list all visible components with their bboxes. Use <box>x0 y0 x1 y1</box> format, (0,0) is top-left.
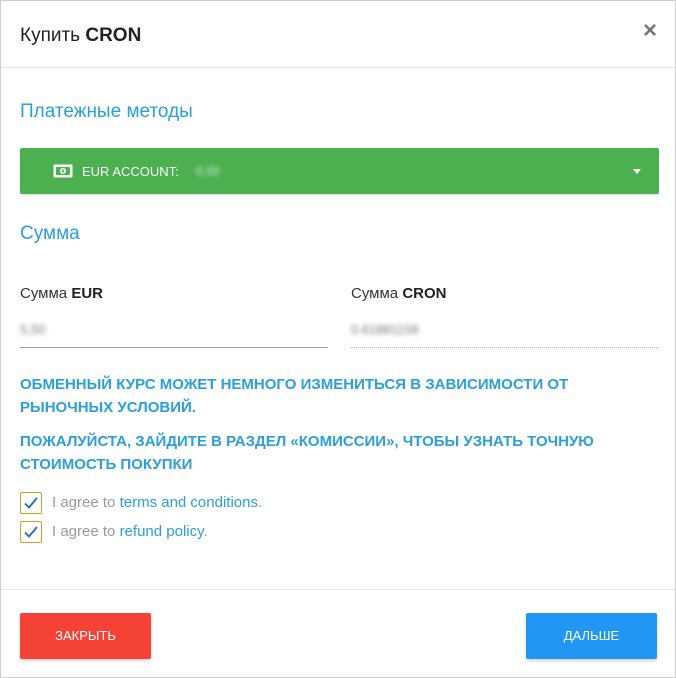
modal-header: Купить CRON × <box>1 1 675 68</box>
modal-title: Купить CRON <box>20 25 141 47</box>
cron-amount-label-prefix: Сумма <box>351 285 399 302</box>
refund-agreement-suffix: . <box>203 523 208 540</box>
terms-checkbox[interactable] <box>20 492 42 514</box>
refund-checkbox[interactable] <box>20 521 42 543</box>
money-icon <box>53 164 73 178</box>
account-balance-blurred: 0,33 <box>196 164 220 178</box>
eur-amount-input[interactable]: 5,50 <box>20 321 328 347</box>
refund-policy-link[interactable]: refund policy <box>120 523 204 540</box>
exchange-rate-notice: ОБМЕННЫЙ КУРС МОЖЕТ НЕМНОГО ИЗМЕНИТЬСЯ В… <box>20 376 569 416</box>
refund-agreement-text: I agree to refund policy. <box>52 521 208 543</box>
eur-amount-underline <box>20 347 328 348</box>
refund-agreement-prefix: I agree to <box>52 523 116 540</box>
cron-amount-field: 0.61881158 <box>351 322 419 337</box>
cron-amount-label: Сумма CRON <box>351 285 446 302</box>
terms-agreement-text: I agree to terms and conditions. <box>52 492 262 514</box>
modal-title-token: CRON <box>85 25 142 46</box>
terms-agreement-prefix: I agree to <box>52 494 116 511</box>
next-button[interactable]: ДАЛЬШЕ <box>526 613 657 659</box>
payment-methods-title: Платежные методы <box>20 101 193 122</box>
terms-and-conditions-link[interactable]: terms and conditions <box>120 494 258 511</box>
account-label: EUR ACCOUNT: <box>82 164 179 179</box>
purchase-modal: Купить CRON × Платежные методы EUR ACCOU… <box>0 0 676 678</box>
terms-agreement-suffix: . <box>257 494 263 511</box>
cron-amount-underline <box>351 347 659 348</box>
modal-title-prefix: Купить <box>20 25 81 46</box>
close-button[interactable]: ЗАКРЫТЬ <box>20 613 151 659</box>
cron-amount-label-currency: CRON <box>402 285 447 302</box>
eur-amount-label-prefix: Сумма <box>20 285 68 302</box>
eur-amount-label-currency: EUR <box>71 285 103 302</box>
amount-section-title: Сумма <box>20 223 80 244</box>
footer-divider <box>1 589 675 590</box>
eur-amount-label: Сумма EUR <box>20 285 103 302</box>
payment-account-select[interactable]: EUR ACCOUNT: 0,33 <box>20 148 659 194</box>
close-icon[interactable]: × <box>643 19 657 43</box>
fees-notice: ПОЖАЛУЙСТА, ЗАЙДИТЕ В РАЗДЕЛ «КОМИССИИ»,… <box>20 433 594 473</box>
chevron-down-icon <box>633 169 641 174</box>
